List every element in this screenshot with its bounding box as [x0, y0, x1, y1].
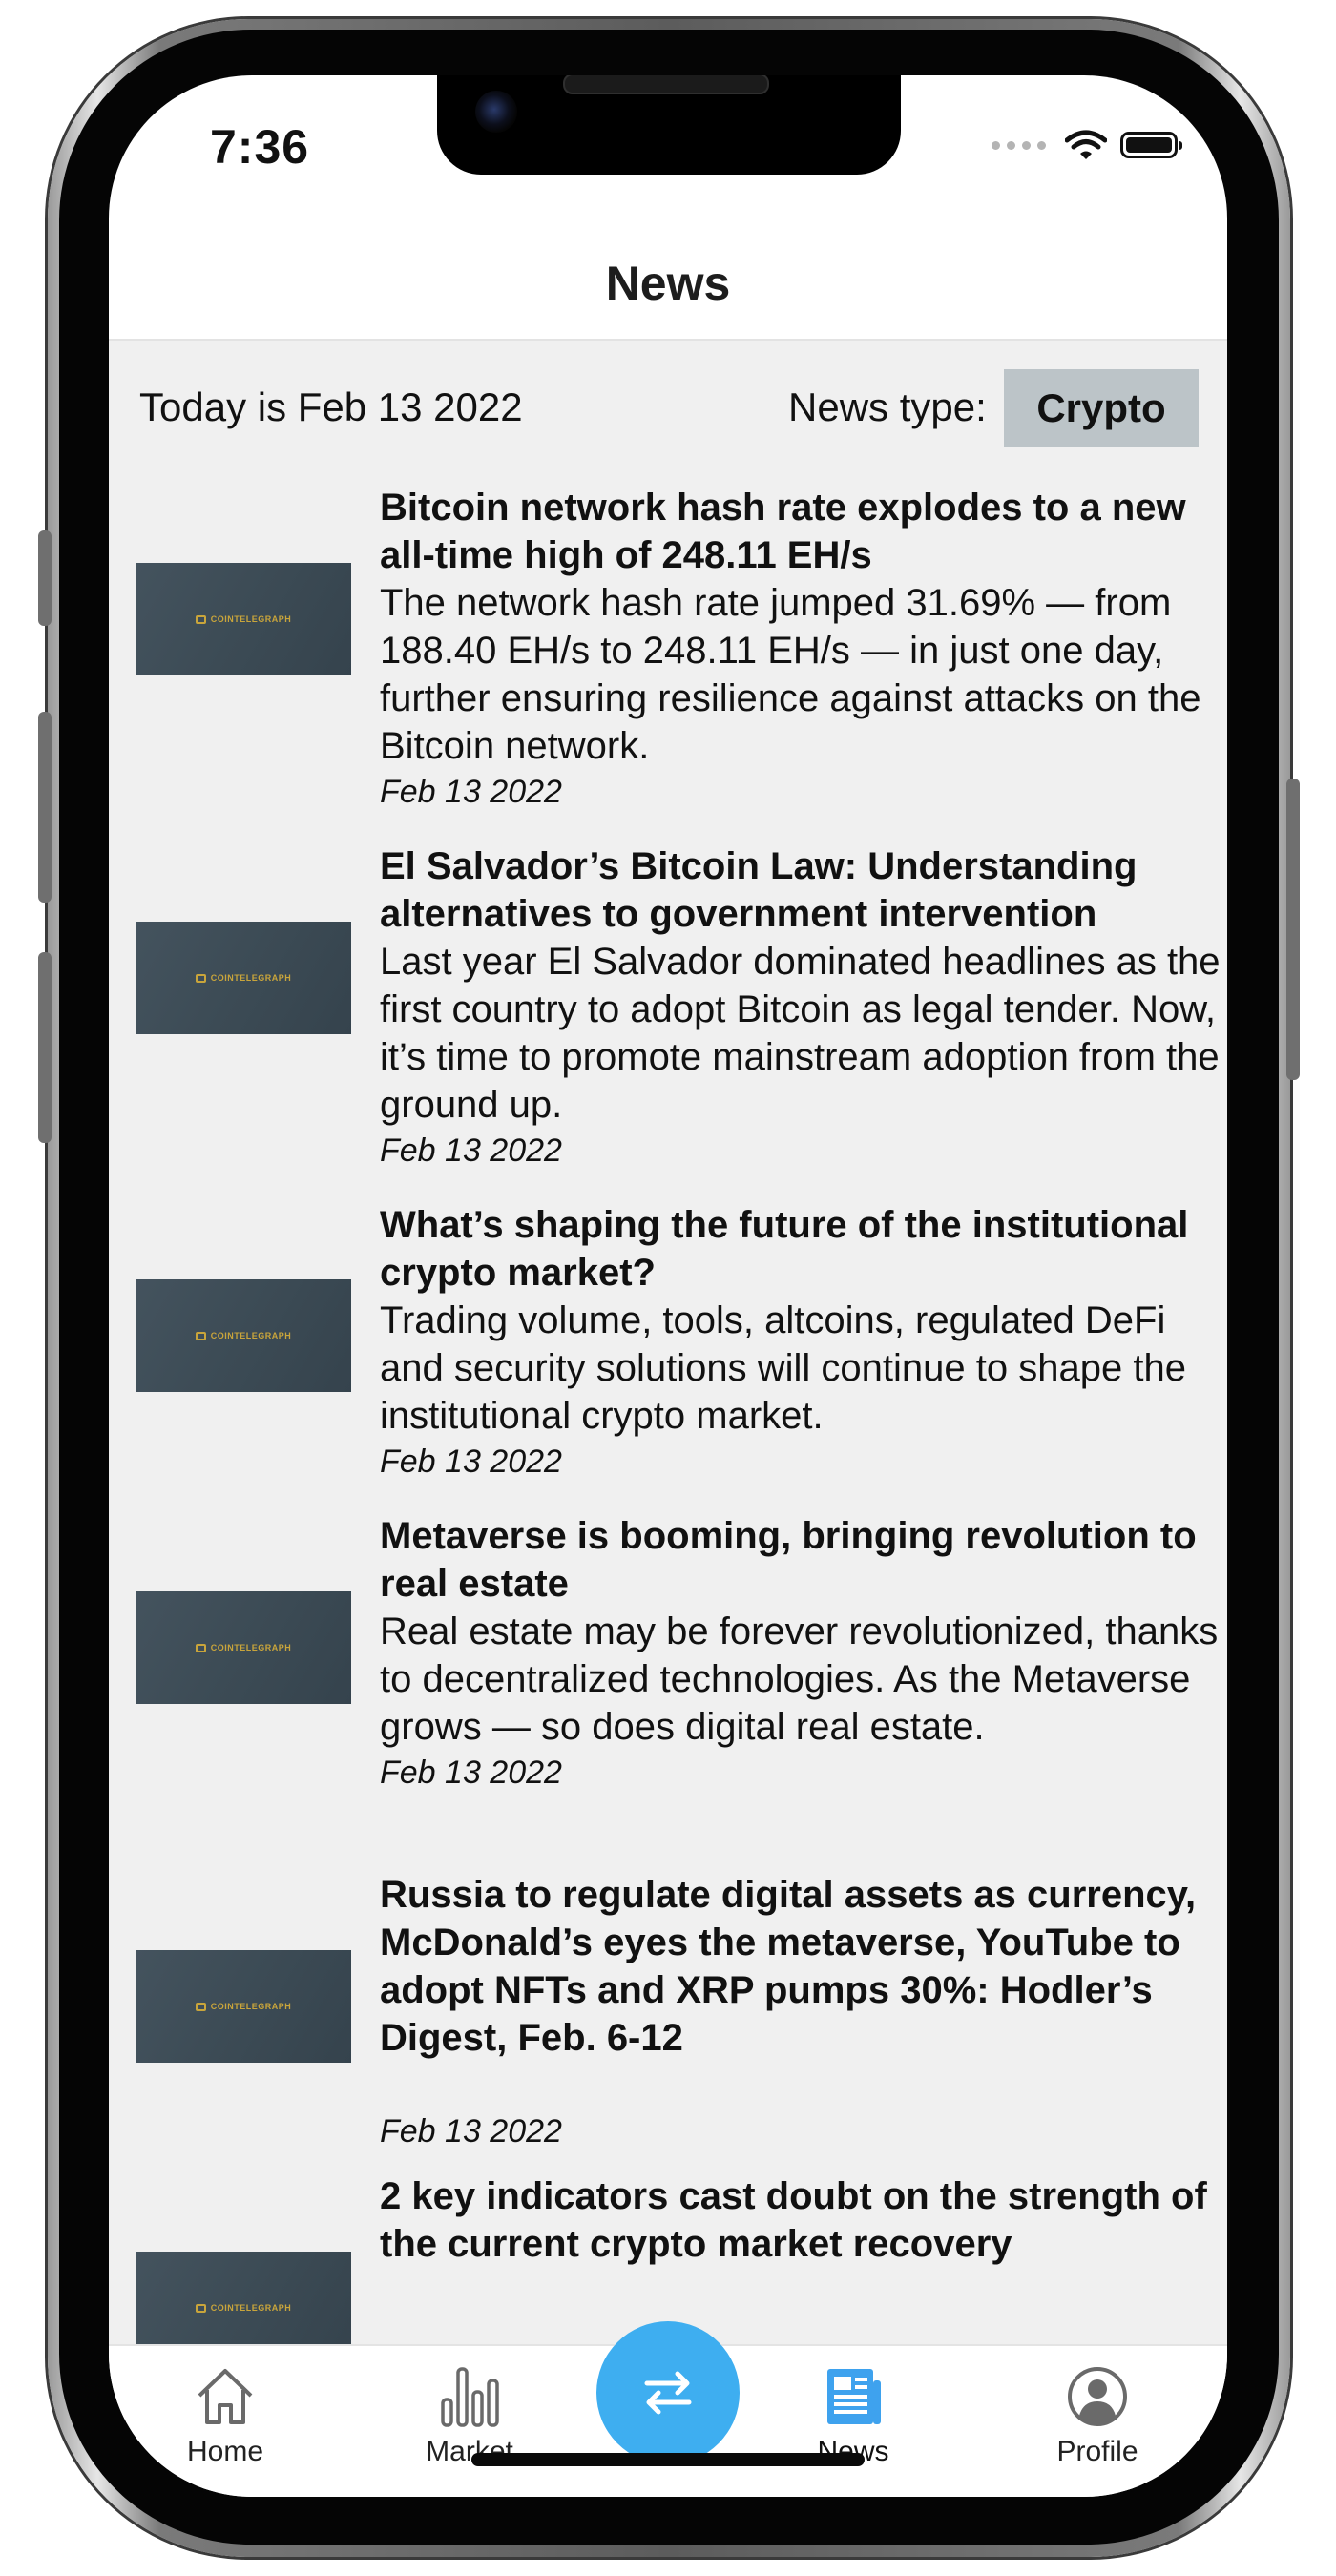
news-title: 2 key indicators cast doubt on the stren…: [380, 2175, 1207, 2265]
cointelegraph-logo: COINTELEGRAPH: [195, 2303, 292, 2313]
news-title: Bitcoin network hash rate explodes to a …: [380, 487, 1186, 576]
home-icon: [198, 2369, 253, 2424]
news-item[interactable]: COINTELEGRAPH Bitcoin network hash rate …: [109, 484, 1227, 842]
today-date: Today is Feb 13 2022: [139, 384, 523, 429]
cointelegraph-logo: COINTELEGRAPH: [195, 973, 292, 983]
news-date: Feb 13 2022: [380, 2113, 562, 2150]
earpiece-speaker: [563, 75, 769, 94]
news-description: [380, 2062, 1223, 2109]
cointelegraph-logo: COINTELEGRAPH: [195, 1331, 292, 1340]
news-type-button[interactable]: Crypto: [1004, 369, 1199, 447]
news-date: Feb 13 2022: [380, 1444, 562, 1480]
news-thumbnail: COINTELEGRAPH: [136, 563, 351, 675]
app-screen: 7:36 News Today is Feb 13 2022 News type…: [109, 75, 1227, 2497]
news-description: Trading volume, tools, altcoins, regulat…: [380, 1299, 1186, 1437]
bar-chart-icon: [441, 2367, 499, 2427]
news-item[interactable]: COINTELEGRAPH 2 key indicators cast doub…: [109, 2172, 1227, 2344]
news-list[interactable]: COINTELEGRAPH Bitcoin network hash rate …: [109, 484, 1227, 2344]
power-button: [1286, 779, 1300, 1080]
news-description: The network hash rate jumped 31.69% — fr…: [380, 582, 1201, 767]
news-title: El Salvador’s Bitcoin Law: Understanding…: [380, 845, 1138, 935]
exchange-button[interactable]: [596, 2321, 740, 2464]
swap-arrows-icon: [644, 2371, 692, 2415]
battery-icon: [1120, 132, 1182, 158]
news-thumbnail: COINTELEGRAPH: [136, 1591, 351, 1704]
status-time: 7:36: [210, 120, 310, 174]
tab-home-label: Home: [186, 2436, 264, 2467]
news-thumbnail: COINTELEGRAPH: [136, 2252, 351, 2344]
info-row: Today is Feb 13 2022 News type: Crypto: [109, 341, 1227, 484]
tab-profile[interactable]: Profile: [1012, 2363, 1183, 2468]
silent-switch: [38, 530, 52, 626]
news-date: Feb 13 2022: [380, 1755, 562, 1791]
home-indicator[interactable]: [471, 2453, 865, 2466]
cointelegraph-logo: COINTELEGRAPH: [195, 1643, 292, 1652]
news-title: What’s shaping the future of the institu…: [380, 1204, 1189, 1294]
news-type-label: News type:: [788, 384, 987, 429]
news-item[interactable]: COINTELEGRAPH El Salvador’s Bitcoin Law:…: [109, 842, 1227, 1201]
news-description: Real estate may be forever revolutionize…: [380, 1610, 1219, 1748]
user-circle-icon: [1068, 2367, 1127, 2426]
news-item[interactable]: COINTELEGRAPH What’s shaping the future …: [109, 1201, 1227, 1512]
news-date: Feb 13 2022: [380, 774, 562, 810]
wifi-icon: [1065, 130, 1107, 159]
status-icons: [992, 129, 1182, 161]
newspaper-icon: [827, 2369, 881, 2424]
tab-profile-label: Profile: [1056, 2436, 1138, 2467]
news-title: Russia to regulate digital assets as cur…: [380, 1874, 1197, 2059]
cointelegraph-logo: COINTELEGRAPH: [195, 2002, 292, 2011]
front-camera: [475, 91, 517, 133]
news-date: Feb 13 2022: [380, 1132, 562, 1169]
news-title: Metaverse is booming, bringing revolutio…: [380, 1515, 1197, 1605]
news-content[interactable]: Today is Feb 13 2022 News type: Crypto C…: [109, 341, 1227, 2344]
news-description: Last year El Salvador dominated headline…: [380, 941, 1221, 1126]
nav-header: News: [109, 228, 1227, 341]
signal-dots-icon: [992, 140, 1046, 150]
news-thumbnail: COINTELEGRAPH: [136, 1950, 351, 2063]
volume-up-button: [38, 712, 52, 903]
cointelegraph-logo: COINTELEGRAPH: [195, 614, 292, 624]
news-item[interactable]: COINTELEGRAPH Russia to regulate digital…: [109, 1871, 1227, 2172]
volume-down-button: [38, 952, 52, 1143]
news-item[interactable]: COINTELEGRAPH Metaverse is booming, brin…: [109, 1512, 1227, 1871]
page-title: News: [605, 257, 731, 310]
news-thumbnail: COINTELEGRAPH: [136, 1279, 351, 1392]
news-thumbnail: COINTELEGRAPH: [136, 922, 351, 1034]
tab-home[interactable]: Home: [139, 2363, 311, 2468]
